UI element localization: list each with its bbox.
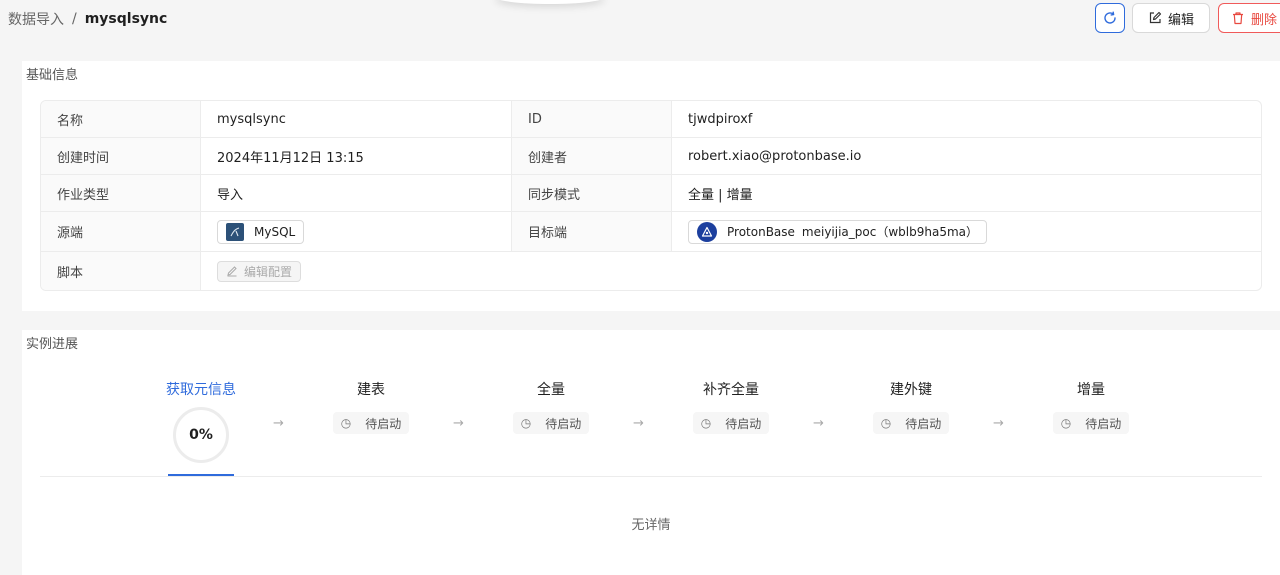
edit-config-label: 编辑配置	[244, 264, 293, 279]
step-fetch-metadata[interactable]: 获取元信息 0%	[146, 380, 256, 463]
info-row-script: 脚本 编辑配置	[41, 252, 1261, 290]
clock-icon: ◷	[1060, 416, 1072, 430]
info-label: 目标端	[512, 212, 672, 251]
clock-icon: ◷	[520, 416, 532, 430]
breadcrumb: 数据导入 / mysqlsync	[8, 9, 167, 29]
step-status-label: 待启动	[725, 416, 762, 431]
info-label: 名称	[41, 101, 201, 137]
step-title: 建表	[357, 382, 385, 398]
delete-button[interactable]: 删除	[1218, 3, 1280, 33]
arrow-right-icon: →	[813, 416, 824, 431]
basic-info-title: 基础信息	[26, 68, 79, 83]
job-id-value: tjwdpiroxf	[688, 111, 753, 127]
step-incremental[interactable]: 增量 ◷ 待启动	[1036, 380, 1146, 434]
job-name-value: mysqlsync	[201, 101, 512, 137]
job-type-value: 导入	[201, 175, 512, 211]
target-product-label: ProtonBase	[727, 224, 795, 239]
info-label: ID	[512, 101, 672, 137]
clock-icon: ◷	[700, 416, 712, 430]
delete-button-label: 删除	[1251, 12, 1278, 28]
step-backfill-full[interactable]: 补齐全量 ◷ 待启动	[676, 380, 786, 434]
step-create-table[interactable]: 建表 ◷ 待启动	[316, 380, 426, 434]
top-bar: 数据导入 / mysqlsync 编辑 删除	[0, 0, 1280, 40]
target-cell: ProtonBase meiyijia_poc（wblb9ha5ma）	[672, 212, 1261, 251]
info-label: 同步模式	[512, 175, 672, 211]
progress-percent: 0%	[189, 427, 213, 443]
mysql-logo-icon	[226, 222, 244, 241]
step-title: 获取元信息	[166, 382, 236, 398]
arrow-right-icon: →	[993, 416, 1004, 431]
step-status-label: 待启动	[905, 416, 942, 431]
step-status-label: 待启动	[1085, 416, 1122, 431]
info-label: 源端	[41, 212, 201, 251]
basic-info-table: 名称 mysqlsync ID tjwdpiroxf 创建时间 2024年11月…	[40, 100, 1262, 291]
info-label: 创建时间	[41, 138, 201, 174]
arrow-right-icon: →	[453, 416, 464, 431]
step-status: ◷ 待启动	[512, 412, 590, 434]
edit-button-label: 编辑	[1167, 12, 1194, 28]
arrow-right-icon: →	[633, 416, 644, 431]
progress-title: 实例进展	[26, 337, 79, 352]
divider	[40, 476, 1262, 477]
step-full-load[interactable]: 全量 ◷ 待启动	[496, 380, 606, 434]
info-label: 脚本	[41, 252, 201, 290]
source-tag[interactable]: MySQL	[217, 219, 305, 244]
step-title: 建外键	[890, 382, 932, 398]
instance-progress-card: 实例进展 获取元信息 0% → 建表 ◷ 待启动 → 全量 ◷ 待启动 → 补齐	[22, 330, 1280, 575]
step-status-label: 待启动	[365, 416, 402, 431]
source-label: MySQL	[254, 224, 296, 239]
target-tag[interactable]: ProtonBase meiyijia_poc（wblb9ha5ma）	[688, 219, 987, 244]
edit-icon	[1149, 11, 1162, 24]
info-row-created: 创建时间 2024年11月12日 13:15 创建者 robert.xiao@p…	[41, 138, 1261, 175]
edit-config-button[interactable]: 编辑配置	[217, 260, 302, 282]
refresh-button[interactable]	[1095, 3, 1125, 33]
breadcrumb-parent-link[interactable]: 数据导入	[8, 9, 64, 29]
pencil-icon	[227, 266, 237, 277]
info-label: 作业类型	[41, 175, 201, 211]
refresh-icon	[1104, 11, 1116, 24]
step-title: 全量	[537, 382, 565, 398]
arrow-right-icon: →	[273, 416, 284, 431]
sync-mode-value: 全量 | 增量	[688, 187, 753, 203]
step-foreign-keys[interactable]: 建外键 ◷ 待启动	[856, 380, 966, 434]
info-row-name: 名称 mysqlsync ID tjwdpiroxf	[41, 101, 1261, 138]
edit-button[interactable]: 编辑	[1132, 3, 1210, 33]
target-instance-label: meiyijia_poc（wblb9ha5ma）	[801, 225, 978, 239]
source-cell: MySQL	[201, 212, 512, 251]
breadcrumb-separator: /	[72, 11, 77, 27]
step-title: 补齐全量	[703, 382, 759, 398]
progress-steps: 获取元信息 0% → 建表 ◷ 待启动 → 全量 ◷ 待启动 → 补齐全量 ◷	[22, 380, 1280, 480]
step-status: ◷ 待启动	[1052, 412, 1130, 434]
progress-ring: 0%	[173, 407, 229, 463]
step-title: 增量	[1077, 382, 1105, 398]
created-time-value: 2024年11月12日 13:15	[201, 138, 512, 174]
creator-value: robert.xiao@protonbase.io	[688, 148, 862, 164]
info-row-type: 作业类型 导入 同步模式 全量 | 增量	[41, 175, 1261, 212]
step-status: ◷ 待启动	[332, 412, 410, 434]
floating-panel-edge	[495, 0, 605, 4]
step-status: ◷ 待启动	[692, 412, 770, 434]
step-status-label: 待启动	[545, 416, 582, 431]
info-label: 创建者	[512, 138, 672, 174]
clock-icon: ◷	[340, 416, 352, 430]
info-row-endpoints: 源端 MySQL 目标端 ProtonBase meiyijia_poc（wbl…	[41, 212, 1261, 252]
script-cell: 编辑配置	[201, 252, 1261, 290]
breadcrumb-current: mysqlsync	[84, 11, 168, 27]
clock-icon: ◷	[880, 416, 892, 430]
protonbase-logo-icon	[697, 221, 717, 242]
step-status: ◷ 待启动	[872, 412, 950, 434]
basic-info-card: 基础信息 名称 mysqlsync ID tjwdpiroxf 创建时间 202…	[22, 61, 1280, 311]
empty-details-text: 无详情	[631, 518, 671, 533]
trash-icon	[1233, 12, 1243, 25]
